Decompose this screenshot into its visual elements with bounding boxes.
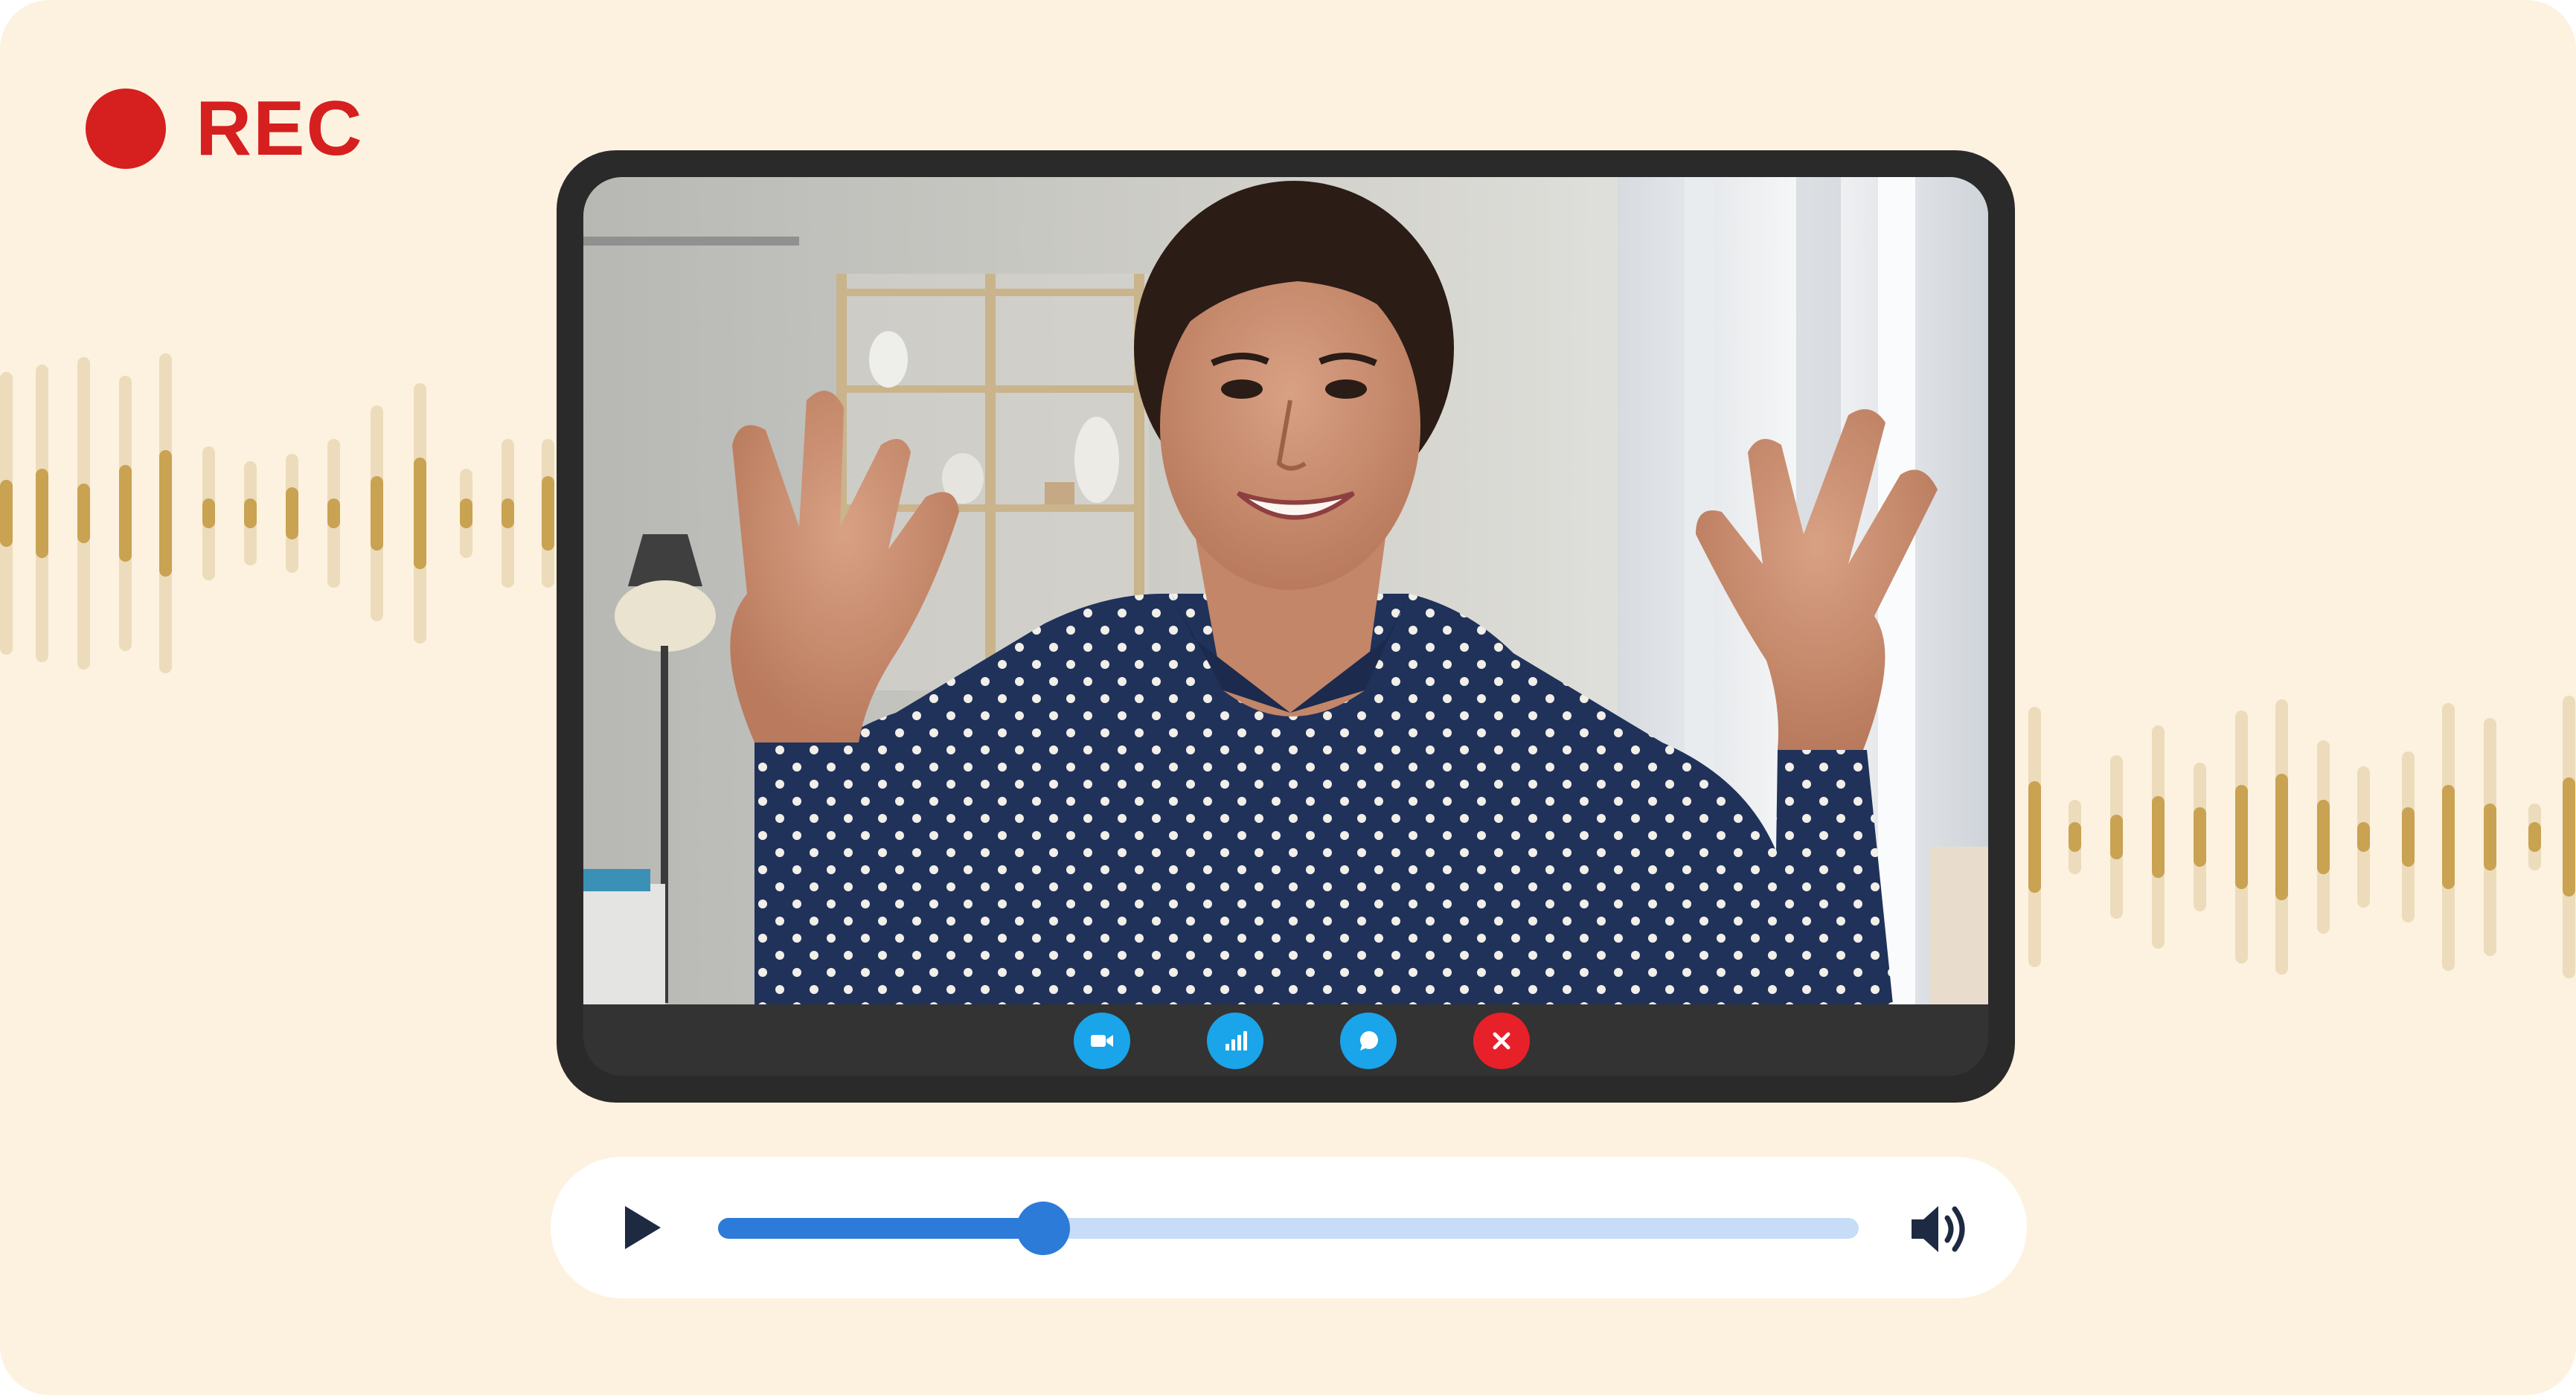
waveform-bar-dark: [542, 476, 554, 551]
volume-icon[interactable]: [1909, 1200, 1973, 1258]
recording-indicator: REC: [86, 88, 364, 170]
progress-thumb[interactable]: [1016, 1202, 1070, 1255]
waveform-bar-dark: [159, 450, 172, 577]
waveform-bar-dark: [2528, 822, 2541, 852]
waveform-bar-dark: [36, 469, 48, 558]
play-icon[interactable]: [616, 1202, 668, 1254]
waveform-bar-dark: [371, 476, 383, 551]
video-feed-image: [583, 177, 1988, 1004]
video-call-window: [557, 150, 2015, 1103]
waveform-bar-dark: [327, 498, 340, 528]
waveform-bar-dark: [2484, 804, 2496, 870]
waveform-bar-dark: [2194, 807, 2206, 867]
chat-bubble-icon: [1353, 1026, 1383, 1056]
audio-waveform-left: [0, 350, 557, 677]
audio-waveform-right: [2015, 692, 2576, 982]
waveform-bar-dark: [2235, 785, 2248, 889]
waveform-bar-dark: [2152, 796, 2165, 878]
waveform-bar-dark: [2317, 800, 2330, 874]
waveform-bar-dark: [2563, 777, 2575, 897]
waveform-bar-dark: [2069, 822, 2081, 852]
waveform-bar-dark: [2275, 774, 2288, 900]
progress-fill: [718, 1218, 1043, 1239]
waveform-bar-dark: [286, 487, 298, 539]
camera-toggle-button[interactable]: [1074, 1013, 1130, 1069]
media-player: [551, 1157, 2027, 1298]
waveform-bar-dark: [2442, 785, 2455, 889]
waveform-bar-dark: [2402, 807, 2415, 867]
waveform-bar-dark: [460, 498, 472, 528]
video-camera-icon: [1087, 1026, 1117, 1056]
recording-canvas: REC: [0, 0, 2576, 1395]
end-call-button[interactable]: [1473, 1013, 1530, 1069]
waveform-bar-dark: [414, 458, 426, 569]
waveform-bar-dark: [202, 498, 215, 528]
waveform-bar-dark: [244, 498, 257, 528]
waveform-bar-dark: [502, 498, 514, 528]
progress-track[interactable]: [718, 1202, 1859, 1255]
signal-stats-button[interactable]: [1207, 1013, 1263, 1069]
waveform-bar-dark: [119, 465, 132, 562]
waveform-bar-dark: [0, 480, 13, 547]
close-icon: [1487, 1026, 1516, 1056]
signal-bars-icon: [1220, 1026, 1250, 1056]
waveform-bar-dark: [2357, 822, 2370, 852]
waveform-bar-dark: [77, 484, 90, 543]
waveform-bar-dark: [2028, 781, 2041, 893]
record-dot-icon: [86, 89, 166, 169]
waveform-bar-dark: [2110, 815, 2123, 859]
video-feed: [583, 177, 1988, 1004]
chat-button[interactable]: [1340, 1013, 1397, 1069]
rec-label: REC: [196, 86, 364, 172]
call-controls-bar: [583, 1004, 1988, 1076]
